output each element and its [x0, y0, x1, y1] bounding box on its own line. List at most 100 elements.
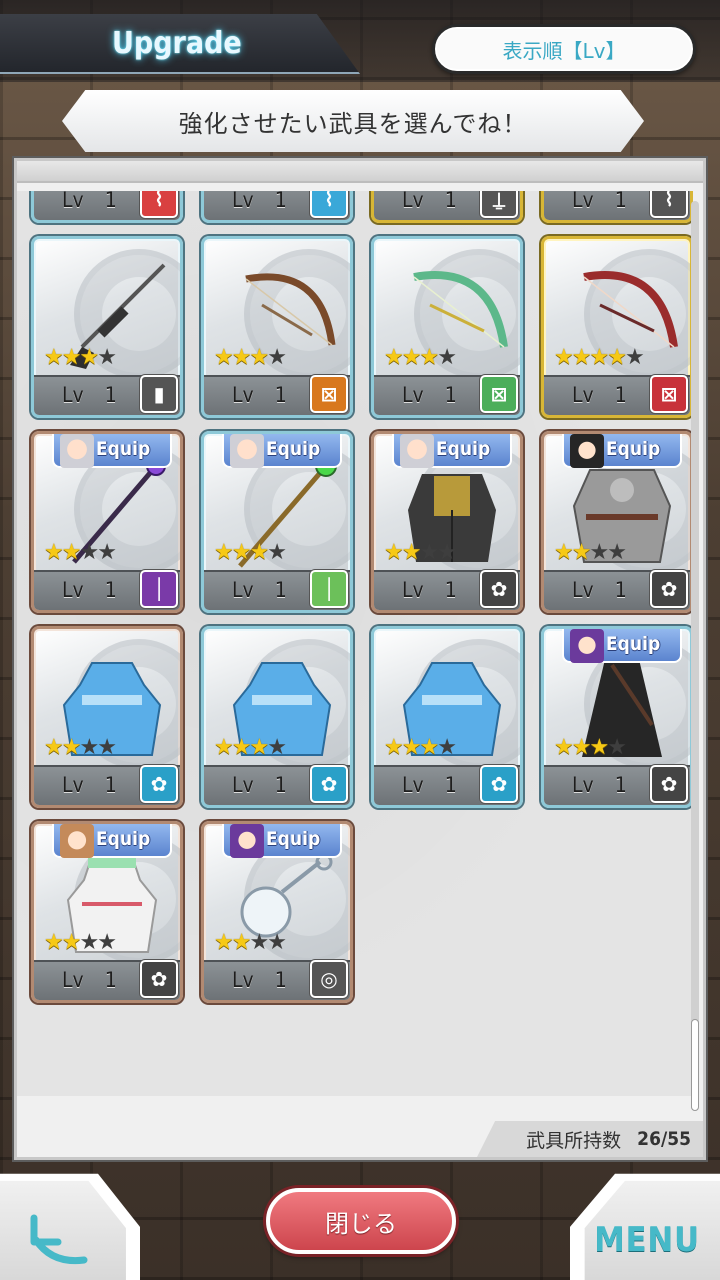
equipment-card[interactable]: ★★★★ Lv 1 ✿	[31, 626, 183, 808]
star-filled-icon: ★	[249, 735, 269, 760]
sword-icon: ⌇	[650, 191, 688, 218]
armor-icon: ✿	[650, 570, 688, 608]
rarity-stars: ★★★★	[44, 930, 117, 955]
character-avatar	[230, 434, 264, 468]
panel-top-bar	[17, 161, 703, 183]
level-text: Lv 1	[572, 773, 627, 797]
equipment-card[interactable]: ★★★★ Lv 1 ⊠	[371, 236, 523, 418]
star-filled-icon: ★	[384, 540, 404, 565]
equipment-card[interactable]: ★★★★ Lv 1 ✿	[201, 626, 353, 808]
level-text: Lv 1	[62, 773, 117, 797]
star-empty-icon: ★	[267, 930, 287, 955]
sword-icon: ⌇	[310, 191, 348, 218]
equipment-grid[interactable]: ★★★★Lv 1⌇★★★★Lv 1⌇★★★★★Lv 1⍊★★★★★Lv 1⌇★★…	[17, 191, 693, 1096]
star-filled-icon: ★	[231, 345, 252, 370]
level-text: Lv 1	[232, 968, 287, 992]
sword-icon: ⌇	[140, 191, 178, 218]
equipment-card[interactable]: Equip ★★★★ Lv 1 ✿	[541, 626, 693, 808]
star-empty-icon: ★	[267, 345, 287, 370]
equip-label: Equip	[96, 828, 151, 850]
star-filled-icon: ★	[61, 735, 82, 760]
star-filled-icon: ★	[401, 540, 422, 565]
star-empty-icon: ★	[79, 540, 99, 565]
armor-icon: ✿	[310, 765, 348, 803]
level-text: Lv 1	[402, 578, 457, 602]
star-empty-icon: ★	[589, 540, 609, 565]
star-empty-icon: ★	[267, 540, 287, 565]
equipment-card[interactable]: Equip ★★★★ Lv 1 │	[201, 431, 353, 613]
equipment-card[interactable]: Equip ★★★★ Lv 1 ✿	[31, 821, 183, 1003]
equipment-card[interactable]: ★★★★ Lv 1 ✿	[371, 626, 523, 808]
star-empty-icon: ★	[437, 735, 457, 760]
equipped-badge: Equip	[52, 824, 172, 858]
equip-label: Equip	[96, 438, 151, 460]
armor-icon: ✿	[650, 765, 688, 803]
equipment-card[interactable]: ★★★★★ Lv 1 ⊠	[541, 236, 693, 418]
star-empty-icon: ★	[437, 540, 457, 565]
level-text: Lv 1	[572, 383, 627, 407]
equipment-card[interactable]: ★★★★★Lv 1⍊	[371, 191, 523, 223]
character-avatar	[60, 824, 94, 858]
star-empty-icon: ★	[437, 345, 457, 370]
inventory-panel: ★★★★Lv 1⌇★★★★Lv 1⌇★★★★★Lv 1⍊★★★★★Lv 1⌇★★…	[14, 158, 706, 1160]
star-filled-icon: ★	[249, 540, 269, 565]
equipment-card[interactable]: ★★★★ Lv 1 ⊠	[201, 236, 353, 418]
star-filled-icon: ★	[214, 735, 234, 760]
star-filled-icon: ★	[231, 735, 252, 760]
menu-button[interactable]: MENU	[594, 1220, 700, 1260]
star-empty-icon: ★	[267, 735, 287, 760]
armor-icon: ✿	[480, 570, 518, 608]
equipment-card[interactable]: Equip ★★★★ Lv 1 ✿	[371, 431, 523, 613]
star-filled-icon: ★	[384, 735, 404, 760]
equipment-card[interactable]: ★★★★Lv 1⌇	[31, 191, 183, 223]
rarity-stars: ★★★★	[384, 540, 457, 565]
star-empty-icon: ★	[607, 735, 627, 760]
star-filled-icon: ★	[554, 540, 574, 565]
star-empty-icon: ★	[249, 930, 269, 955]
bottom-nav: 閉じる MENU	[0, 1162, 720, 1280]
character-avatar	[570, 629, 604, 663]
star-empty-icon: ★	[607, 540, 627, 565]
star-filled-icon: ★	[419, 345, 439, 370]
level-text: Lv 1	[572, 578, 627, 602]
rarity-stars: ★★★★	[44, 540, 117, 565]
equipment-card[interactable]: ★★★★ Lv 1 ▮	[31, 236, 183, 418]
level-text: Lv 1	[402, 191, 457, 212]
equipped-badge: Equip	[222, 824, 342, 858]
character-avatar	[60, 434, 94, 468]
equip-label: Equip	[606, 438, 661, 460]
star-filled-icon: ★	[554, 345, 574, 370]
page-title: Upgrade	[112, 26, 242, 61]
equipment-card[interactable]: Equip ★★★★ Lv 1 │	[31, 431, 183, 613]
sort-order-button[interactable]: 表示順【Lv】	[432, 24, 696, 74]
star-filled-icon: ★	[589, 735, 609, 760]
rarity-stars: ★★★★	[44, 735, 117, 760]
equipment-card[interactable]: ★★★★★Lv 1⌇	[541, 191, 693, 223]
star-filled-icon: ★	[571, 345, 592, 370]
equipment-card[interactable]: Equip ★★★★ Lv 1 ◎	[201, 821, 353, 1003]
close-button[interactable]: 閉じる	[266, 1188, 456, 1254]
scrollbar-thumb[interactable]	[691, 1019, 699, 1111]
star-filled-icon: ★	[401, 735, 422, 760]
equipment-card[interactable]: ★★★★Lv 1⌇	[201, 191, 353, 223]
star-filled-icon: ★	[79, 345, 99, 370]
star-filled-icon: ★	[249, 345, 269, 370]
back-arrow-icon[interactable]	[22, 1212, 92, 1272]
character-avatar	[570, 434, 604, 468]
rarity-stars: ★★★★	[384, 735, 457, 760]
instruction-banner: 強化させたい武具を選んでね！	[62, 90, 644, 152]
star-filled-icon: ★	[231, 540, 252, 565]
star-filled-icon: ★	[231, 930, 252, 955]
star-empty-icon: ★	[79, 735, 99, 760]
accessory-icon: ◎	[310, 960, 348, 998]
level-text: Lv 1	[62, 191, 117, 212]
scrollbar[interactable]	[691, 201, 699, 1111]
level-text: Lv 1	[232, 773, 287, 797]
rarity-stars: ★★★★	[214, 540, 287, 565]
level-text: Lv 1	[232, 191, 287, 212]
rarity-stars: ★★★★	[214, 345, 287, 370]
equipment-card[interactable]: Equip ★★★★ Lv 1 ✿	[541, 431, 693, 613]
equipped-badge: Equip	[222, 434, 342, 468]
armor-icon: ✿	[480, 765, 518, 803]
rarity-stars: ★★★★	[44, 345, 117, 370]
